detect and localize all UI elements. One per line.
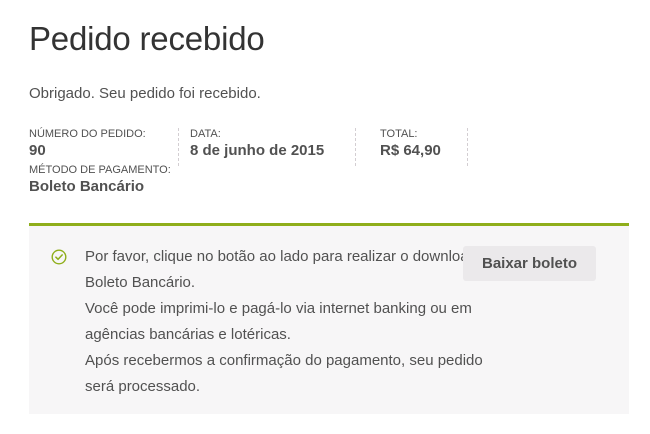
notice-line: Por favor, clique no botão ao lado para … bbox=[85, 248, 498, 291]
order-date-value: 8 de junho de 2015 bbox=[190, 142, 325, 159]
order-number: NÚMERO DO PEDIDO: 90 bbox=[29, 128, 146, 160]
order-total-label: TOTAL: bbox=[380, 128, 418, 140]
order-number-label: NÚMERO DO PEDIDO: bbox=[29, 128, 146, 140]
order-total-value: R$ 64,90 bbox=[380, 142, 441, 159]
notice-message: Por favor, clique no botão ao lado para … bbox=[85, 244, 515, 400]
payment-method-value: Boleto Bancário bbox=[29, 178, 145, 195]
order-total: TOTAL: R$ 64,90 bbox=[380, 128, 441, 160]
order-date: DATA: 8 de junho de 2015 bbox=[190, 128, 324, 160]
notice-line: Após recebermos a confirmação do pagamen… bbox=[85, 352, 483, 395]
boleto-notice: Por favor, clique no botão ao lado para … bbox=[29, 223, 629, 414]
detail-divider bbox=[178, 128, 179, 166]
order-date-label: DATA: bbox=[190, 128, 221, 140]
page-title: Pedido recebido bbox=[29, 20, 265, 57]
order-number-value: 90 bbox=[29, 142, 46, 159]
order-details: NÚMERO DO PEDIDO: 90 DATA: 8 de junho de… bbox=[29, 128, 629, 208]
detail-divider bbox=[467, 128, 468, 166]
check-circle-icon bbox=[51, 249, 67, 265]
notice-line: Você pode imprimi-lo e pagá-lo via inter… bbox=[85, 300, 472, 343]
payment-method-label: MÉTODO DE PAGAMENTO: bbox=[29, 164, 171, 176]
payment-method: MÉTODO DE PAGAMENTO: Boleto Bancário bbox=[29, 164, 171, 196]
thank-you-message: Obrigado. Seu pedido foi recebido. bbox=[29, 85, 261, 102]
detail-divider bbox=[355, 128, 356, 166]
download-boleto-button[interactable]: Baixar boleto bbox=[463, 246, 596, 281]
